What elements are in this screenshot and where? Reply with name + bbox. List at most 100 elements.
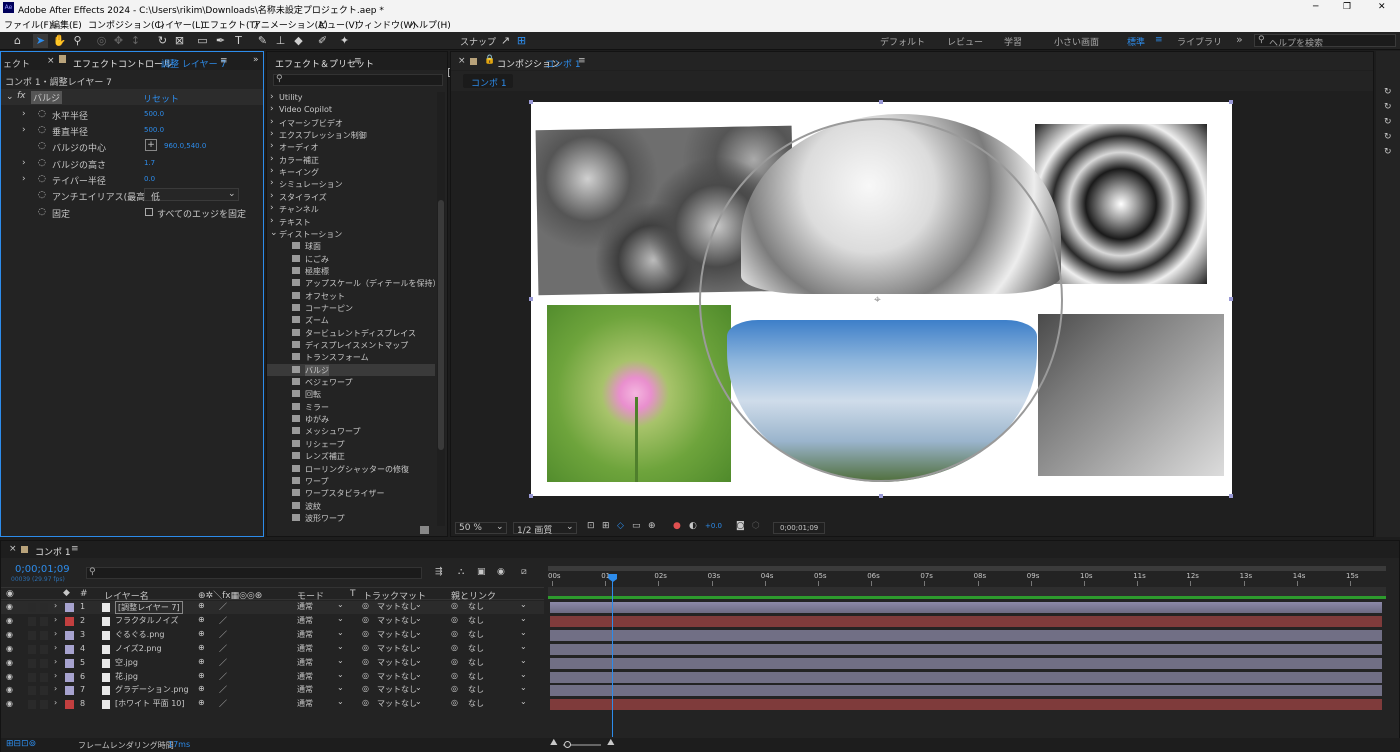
antialias-dropdown[interactable]: 低 ⌄ [144,188,239,203]
panel-overflow-icon[interactable]: » [253,55,259,65]
rectangle-tool-icon[interactable]: ▭ [195,34,210,48]
text-tool-icon[interactable]: T [231,34,246,48]
menu-window[interactable]: ウィンドウ(W) [355,18,416,31]
stopwatch-icon[interactable]: ◌ [38,109,46,119]
effect-row-bulge[interactable]: ⌄ fx バルジ リセット [1,89,263,105]
effect-category[interactable]: › Video Copilot [267,104,435,116]
home-icon[interactable]: ⌂ [10,34,25,48]
menu-file[interactable]: ファイル(F) [4,18,52,31]
prop-row-taper-radius[interactable]: › ◌ テイパー半径 0.0 [1,171,263,187]
prop-value[interactable]: 500.0 [144,126,164,134]
mask-visibility-icon[interactable]: ◇ [617,521,624,531]
effect-category-open[interactable]: ⌄ ディストーション [267,228,435,240]
maximize-button[interactable]: ❐ [1343,2,1351,12]
timeline-search-field[interactable]: ⚲ [86,567,422,579]
effect-item[interactable]: ベジェワープ [267,376,435,388]
effect-category[interactable]: › イマーシブビデオ [267,117,435,129]
mini-tool-icon[interactable]: ↻ [1384,87,1392,97]
effect-controls-tab[interactable]: エフェクトコントロール [73,57,172,70]
eraser-tool-icon[interactable]: ◆ [291,34,306,48]
effect-category[interactable]: › テキスト [267,216,435,228]
stopwatch-icon[interactable]: ◌ [38,158,46,168]
effect-category[interactable]: › シミュレーション [267,178,435,190]
zoom-out-icon[interactable]: ⛰ [550,738,558,748]
panel-menu-icon[interactable]: ≡ [220,56,228,66]
workspace-learn[interactable]: 学習 [1004,35,1022,48]
layer-bounds-handle[interactable] [529,494,533,498]
effects-search-field[interactable]: ⚲ [273,74,443,86]
work-area-bar[interactable] [548,566,1386,571]
rotate-tool-icon[interactable]: ↻ [155,34,170,48]
effect-item[interactable]: アップスケール（ディテールを保持） [267,277,435,289]
chevron-right-icon[interactable]: › [270,166,274,176]
effect-item[interactable]: メッシュワープ [267,425,435,437]
reset-exposure-icon[interactable]: ◐ [689,521,697,531]
menu-animation[interactable]: アニメーション(A) [252,18,328,31]
composition-canvas[interactable]: ⌖ [531,102,1232,496]
pin-edges-checkbox[interactable] [145,208,153,216]
layer-duration-bar[interactable] [550,657,1382,669]
layer-duration-bar[interactable] [550,685,1382,697]
prop-row-antialias[interactable]: ◌ アンチエイリアス(最高 低 ⌄ [1,187,263,203]
fast-preview-icon[interactable]: ⊡ [587,521,595,531]
workspace-more-icon[interactable]: » [1236,33,1243,46]
layer-bounds-handle[interactable] [529,297,533,301]
effect-item[interactable]: コーナーピン [267,302,435,314]
exposure-value[interactable]: +0.0 [705,522,722,530]
menu-help[interactable]: ヘルプ(H) [410,18,451,31]
timeline-tab[interactable]: コンポ 1 [35,545,71,558]
effect-item[interactable]: ミラー [267,401,435,413]
footer-toggles-icon[interactable]: ⊞⊟⊡⊚ [6,739,36,749]
mini-tool-icon[interactable]: ↻ [1384,117,1392,127]
prop-row-pin[interactable]: ◌ 固定 すべてのエッジを固定 [1,204,263,220]
stopwatch-icon[interactable]: ◌ [38,207,46,217]
transparency-grid-icon[interactable]: ⊞ [602,521,610,531]
stopwatch-icon[interactable]: ◌ [38,141,46,151]
effect-category[interactable]: › Utility [267,92,435,104]
chevron-right-icon[interactable]: › [22,174,26,184]
hand-tool-icon[interactable]: ✋ [52,34,67,48]
effect-item[interactable]: ローリングシャッターの修復 [267,463,435,475]
effect-item[interactable]: 極座標 [267,265,435,277]
graph-editor-icon[interactable]: ⧄ [521,567,527,577]
mini-tool-icon[interactable]: ↻ [1384,132,1392,142]
layer-duration-bar[interactable] [550,602,1382,613]
close-button[interactable]: ✕ [1378,2,1386,12]
effect-category[interactable]: › オーディオ [267,141,435,153]
dolly-tool-icon[interactable]: ↕ [128,34,143,48]
resolution-dropdown[interactable]: 1/2 画質 ⌄ [513,522,577,536]
effect-item[interactable]: トランスフォーム [267,351,435,363]
close-icon[interactable]: × [9,544,17,554]
snapshot-camera-icon[interactable]: ◙ [736,521,745,531]
roto-brush-tool-icon[interactable]: ✐ [315,34,330,48]
scrollbar-thumb[interactable] [438,200,444,450]
close-icon[interactable]: × [47,56,55,66]
workspace-menu-icon[interactable]: ≡ [1155,35,1163,45]
clone-stamp-tool-icon[interactable]: ⊥ [273,34,288,48]
pan-tool-icon[interactable]: ✥ [111,34,126,48]
effect-item[interactable]: ズーム [267,314,435,326]
layer-duration-bar[interactable] [550,671,1382,683]
effect-item[interactable]: リシェープ [267,438,435,450]
effect-item[interactable]: 回転 [267,388,435,400]
chevron-right-icon[interactable]: › [270,104,274,114]
chevron-right-icon[interactable]: › [22,125,26,135]
grid-guides-icon[interactable]: ⊕ [648,521,656,531]
effect-category[interactable]: › チャンネル [267,203,435,215]
brush-tool-icon[interactable]: ✎ [255,34,270,48]
panel-menu-icon[interactable]: ≡ [354,56,362,66]
lock-icon[interactable]: 🔒 [484,55,495,65]
menu-layer[interactable]: レイヤー(L) [156,18,204,31]
panel-menu-icon[interactable]: ≡ [578,56,586,66]
prop-value[interactable]: 500.0 [144,110,164,118]
effect-item[interactable]: バルジ [267,363,435,376]
chevron-right-icon[interactable]: › [270,178,274,188]
minimize-button[interactable]: ─ [1313,2,1318,12]
menu-edit[interactable]: 編集(E) [51,18,82,31]
mini-tool-icon[interactable]: ↻ [1384,147,1392,157]
selection-tool-icon[interactable]: ➤ [33,34,48,48]
menu-view[interactable]: ビュー(V) [318,18,358,31]
lock-icon[interactable] [59,55,66,63]
effect-item[interactable]: ワープスタビライザー [267,487,435,499]
snap-options-icon[interactable]: ↗ [498,34,513,48]
